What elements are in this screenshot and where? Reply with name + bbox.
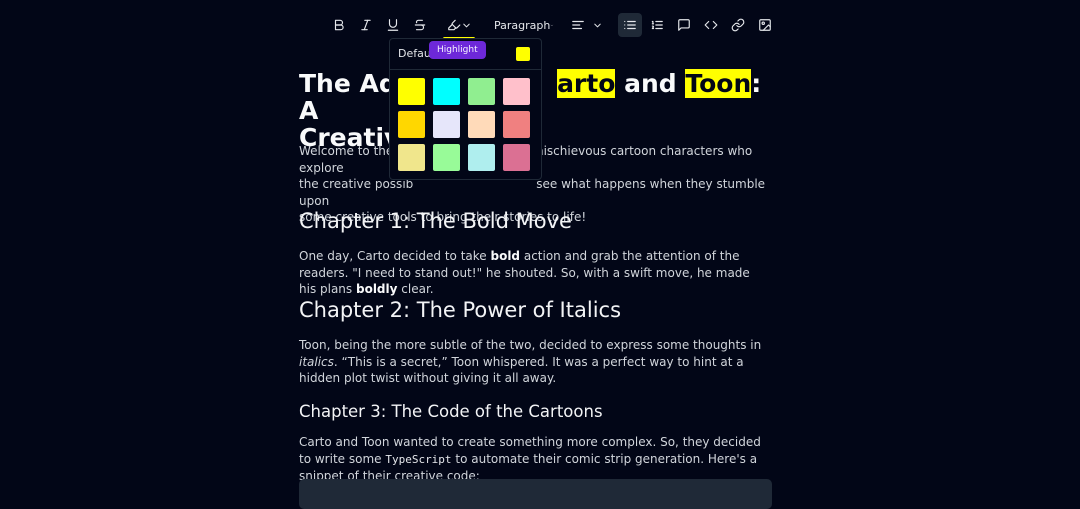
chapter-2-heading: Chapter 2: The Power of Italics — [299, 298, 622, 322]
color-swatch[interactable] — [398, 111, 425, 138]
underline-icon — [387, 19, 399, 31]
highlighted-text: Toon — [685, 69, 752, 98]
chapter-3-paragraph: Carto and Toon wanted to create somethin… — [299, 435, 761, 483]
chapter-1-heading: Chapter 1: The Bold Move — [299, 209, 572, 233]
highlighted-text: arto — [557, 69, 616, 98]
color-swatch[interactable] — [503, 111, 530, 138]
highlight-button[interactable] — [440, 13, 478, 40]
bold-icon — [334, 19, 344, 31]
paragraph-style-label: Paragraph — [494, 18, 551, 32]
link-icon — [731, 18, 745, 32]
highlight-color-popover: Default — [389, 38, 542, 180]
underline-button[interactable] — [381, 13, 405, 37]
image-button[interactable] — [753, 13, 777, 37]
color-swatch[interactable] — [503, 78, 530, 105]
italic-button[interactable] — [354, 13, 378, 37]
quote-icon — [678, 19, 690, 31]
color-swatch[interactable] — [503, 144, 530, 171]
ordered-list-icon — [651, 20, 663, 30]
chapter-1-paragraph: One day, Carto decided to take bold acti… — [299, 249, 750, 296]
chevron-down-icon — [551, 24, 554, 26]
code-block[interactable] — [299, 479, 772, 509]
bold-button[interactable] — [327, 13, 351, 37]
color-swatch[interactable] — [433, 144, 460, 171]
color-swatch[interactable] — [398, 144, 425, 171]
code-icon — [704, 20, 718, 30]
color-swatch[interactable] — [468, 78, 495, 105]
divider — [390, 69, 541, 70]
align-left-icon — [572, 20, 584, 30]
chevron-down-icon — [462, 23, 470, 27]
chapter-2-paragraph: Toon, being the more subtle of the two, … — [299, 338, 762, 385]
bullet-list-button[interactable] — [618, 13, 642, 37]
chevron-down-icon — [594, 23, 601, 27]
blockquote-button[interactable] — [672, 13, 696, 37]
paragraph-style-dropdown[interactable]: Paragraph — [488, 13, 560, 37]
default-color-swatch[interactable] — [516, 47, 530, 61]
chapter-3-heading: Chapter 3: The Code of the Cartoons — [299, 402, 603, 421]
link-button[interactable] — [726, 13, 750, 37]
color-swatch[interactable] — [433, 78, 460, 105]
editor-toolbar: Paragraph — [327, 12, 780, 40]
color-swatch[interactable] — [433, 111, 460, 138]
strikethrough-icon — [414, 19, 426, 31]
strikethrough-button[interactable] — [408, 13, 432, 37]
highlighter-icon — [447, 19, 460, 31]
italic-icon — [361, 19, 371, 31]
color-swatch[interactable] — [398, 78, 425, 105]
inline-code: TypeScript — [385, 452, 452, 466]
text-align-dropdown[interactable] — [567, 13, 607, 37]
highlight-tooltip: Highlight — [429, 41, 486, 59]
color-swatch-grid — [398, 78, 530, 171]
code-button[interactable] — [699, 13, 723, 37]
ordered-list-button[interactable] — [645, 13, 669, 37]
color-swatch[interactable] — [468, 111, 495, 138]
image-icon — [759, 19, 771, 31]
color-swatch[interactable] — [468, 144, 495, 171]
bullet-list-icon — [624, 20, 636, 30]
